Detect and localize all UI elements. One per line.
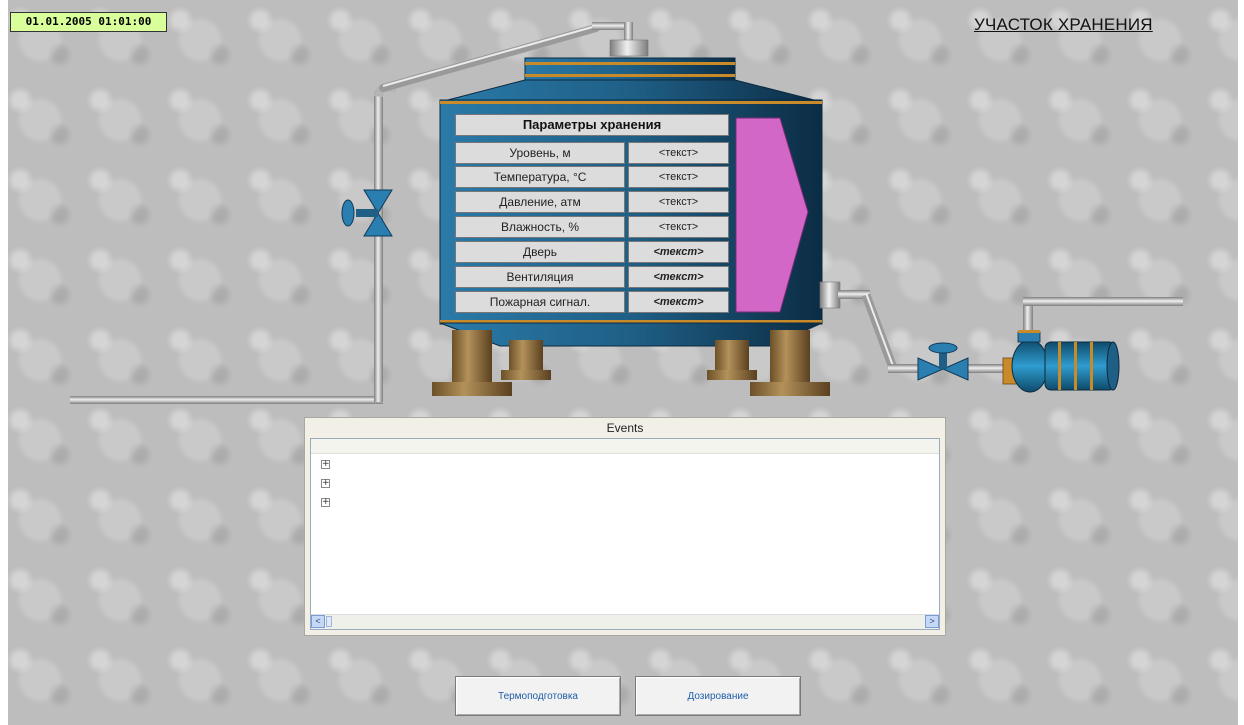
param-label: Температура, °С	[455, 166, 625, 188]
outlet-pipe	[819, 281, 1183, 373]
events-title: Events	[606, 421, 644, 435]
tree-expand-icon[interactable]: +	[321, 479, 330, 488]
param-label: Пожарная сигнал.	[455, 291, 625, 313]
param-value: <текст>	[628, 191, 729, 213]
param-value: <текст>	[628, 291, 729, 313]
scroll-left-button[interactable]: <	[311, 615, 325, 628]
pump-icon[interactable]	[1002, 330, 1120, 393]
param-label: Вентиляция	[455, 266, 625, 288]
params-title: Параметры хранения	[455, 114, 729, 136]
inlet-valve-icon[interactable]	[341, 189, 393, 237]
tree-expand-icon[interactable]: +	[321, 460, 330, 469]
param-value: <текст>	[628, 142, 729, 164]
dosing-button[interactable]: Дозирование	[635, 676, 801, 716]
thermo-prep-button[interactable]: Термоподготовка	[455, 676, 621, 716]
tree-expand-icon[interactable]: +	[321, 498, 330, 507]
param-label: Уровень, м	[455, 142, 625, 164]
outlet-valve-icon[interactable]	[917, 342, 969, 381]
param-value: <текст>	[628, 241, 729, 263]
scroll-right-button[interactable]: >	[925, 615, 939, 628]
param-label: Дверь	[455, 241, 625, 263]
events-list-header	[311, 439, 939, 454]
horizontal-scrollbar[interactable]: < >	[311, 614, 939, 629]
param-label: Давление, атм	[455, 191, 625, 213]
events-list[interactable]: + + + < >	[310, 438, 940, 630]
param-label: Влажность, %	[455, 216, 625, 238]
events-panel: Events + + + < >	[304, 417, 946, 636]
param-value: <текст>	[628, 216, 729, 238]
param-value: <текст>	[628, 166, 729, 188]
param-value: <текст>	[628, 266, 729, 288]
scroll-thumb[interactable]	[326, 616, 332, 627]
